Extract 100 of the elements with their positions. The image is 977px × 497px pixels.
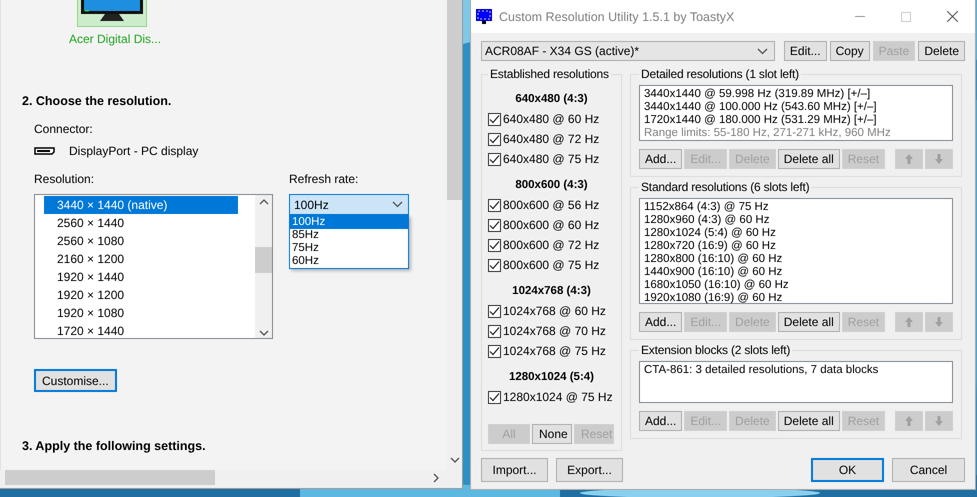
list-button[interactable]: Add... <box>639 411 682 431</box>
resolution-checkbox[interactable]: 800x600 @ 60 Hz <box>488 215 600 235</box>
scrollbar-thumb[interactable] <box>5 470 215 485</box>
checkbox[interactable] <box>488 324 501 338</box>
established-button[interactable]: None <box>532 424 572 444</box>
resolution-entry[interactable]: 3440x1440 @ 59.998 Hz (319.89 MHz) [+/–] <box>644 88 948 101</box>
scrollbar-thumb[interactable] <box>447 0 462 200</box>
resolution-checkbox[interactable]: 1024x768 @ 70 Hz <box>488 321 606 341</box>
resolution-entry[interactable]: 1920x1080 (16:9) @ 60 Hz <box>644 292 948 305</box>
window-title: Custom Resolution Utility 1.5.1 by ToastyX <box>499 10 736 24</box>
profile-button[interactable]: Copy <box>830 41 870 61</box>
resolution-entry[interactable]: CTA-861: 3 detailed resolutions, 7 data blocks <box>644 364 948 377</box>
resolution-item[interactable]: 2560 × 1440 <box>44 214 238 232</box>
connector-label: Connector: <box>34 122 93 136</box>
resolution-item[interactable]: 2560 × 1080 <box>44 232 238 250</box>
checkbox[interactable] <box>488 218 501 232</box>
chevron-down-icon <box>756 48 768 54</box>
resolution-item[interactable]: 1920 × 1200 <box>44 286 238 304</box>
group-heading: 1024x768 (4:3) <box>512 285 591 297</box>
arrow-down-icon <box>934 415 944 427</box>
footer-button[interactable]: Cancel <box>892 458 965 482</box>
checkbox[interactable] <box>488 238 501 252</box>
resolution-entry[interactable]: 1280x800 (16:10) @ 60 Hz <box>644 253 948 266</box>
resolution-entry[interactable]: 1280x960 (4:3) @ 60 Hz <box>644 214 948 227</box>
resolution-label: Resolution: <box>34 172 96 186</box>
resolution-item[interactable]: 1920 × 1080 <box>44 304 238 322</box>
footer-button[interactable]: OK <box>811 458 884 482</box>
resolution-entry[interactable]: 1440x900 (16:10) @ 60 Hz <box>644 266 948 279</box>
resolution-item[interactable]: 3440 × 1440 (native) <box>44 196 238 214</box>
resolution-entry[interactable]: 1680x1050 (16:10) @ 60 Hz <box>644 279 948 292</box>
resolution-list[interactable]: 3440 × 1440 (native) 2560 × 1440 2560 × 1080 2160 × 1200 1920 × 1440 1920 × 1200 1920 × 1080 1720 × 1440 <box>34 194 273 339</box>
resolution-entry[interactable]: 1280x1024 (5:4) @ 60 Hz <box>644 227 948 240</box>
customise-button[interactable]: Customise... <box>34 369 117 392</box>
scroll-up-icon <box>258 199 268 205</box>
section-heading: 2. Choose the resolution. <box>22 94 172 108</box>
monitor-icon <box>79 0 145 24</box>
refresh-rate-option[interactable]: 75Hz <box>290 242 408 255</box>
arrow-up-icon <box>904 316 914 328</box>
resolution-list[interactable]: CTA-861: 3 detailed resolutions, 7 data blocks <box>639 361 953 403</box>
checkbox[interactable] <box>488 304 501 318</box>
refresh-rate-dropdown[interactable]: 100Hz <box>289 194 409 215</box>
group-heading: 800x600 (4:3) <box>515 179 588 191</box>
range-limits-text: Range limits: 55-180 Hz, 271-271 kHz, 960 MHz <box>644 127 892 140</box>
resolution-list[interactable]: 3440x1440 @ 59.998 Hz (319.89 MHz) [+/–] 3440x1440 @ 100.000 Hz (543.60 MHz) [+/–] 1720x1440 @ 180.000 Hz (531.29 MHz) [+/–] Range limits: 55-180 Hz, 271-271 kHz, 960 MHz <box>639 85 953 141</box>
chevron-down-icon <box>392 201 403 208</box>
minimize-icon <box>855 16 865 17</box>
footer-button[interactable]: Import... <box>481 458 548 482</box>
resolution-entry[interactable]: 1280x720 (16:9) @ 60 Hz <box>644 240 948 253</box>
resolution-checkbox[interactable]: 1024x768 @ 60 Hz <box>488 301 606 321</box>
resolution-entry[interactable]: 1152x864 (4:3) @ 75 Hz <box>644 201 948 214</box>
arrow-down-icon <box>934 153 944 165</box>
section-heading: 3. Apply the following settings. <box>22 439 206 453</box>
checkbox[interactable] <box>488 258 501 272</box>
resolution-item[interactable]: 1720 × 1440 <box>44 322 238 338</box>
resolution-entry[interactable]: 1720x1440 @ 180.000 Hz (531.29 MHz) [+/–] <box>644 114 948 127</box>
refresh-rate-option[interactable]: 85Hz <box>290 229 408 242</box>
scroll-down-icon <box>258 330 268 336</box>
refresh-rate-option[interactable]: 100Hz <box>290 216 408 229</box>
checkbox[interactable] <box>488 344 501 358</box>
arrow-down-icon <box>934 316 944 328</box>
monitor-icon <box>476 9 492 24</box>
checkbox[interactable] <box>488 112 501 126</box>
resolution-checkbox[interactable]: 1024x768 @ 75 Hz <box>488 341 606 361</box>
footer-button[interactable]: Export... <box>556 458 623 482</box>
list-button[interactable]: Delete all <box>778 411 840 431</box>
connector-value: DisplayPort - PC display <box>69 144 198 158</box>
monitor-tile[interactable] <box>77 0 147 27</box>
resolution-item[interactable]: 1920 × 1440 <box>44 268 238 286</box>
list-button[interactable]: Delete all <box>778 312 840 332</box>
refresh-rate-option[interactable]: 60Hz <box>290 255 408 268</box>
displayport-icon <box>34 147 55 155</box>
profile-button[interactable]: Delete <box>918 41 965 61</box>
list-button[interactable]: Add... <box>639 312 682 332</box>
scroll-right-icon <box>433 472 439 482</box>
resolution-list[interactable]: 1152x864 (4:3) @ 75 Hz 1280x960 (4:3) @ 60 Hz 1280x1024 (5:4) @ 60 Hz 1280x720 (16:9) @ 60 Hz 1280x800 (16:10) @ 60 Hz 1440x900 (16:10) @ 60 Hz 1680x1050 (16:10) @ 60 Hz 1920x1080 (16:9) @ 60 Hz <box>639 198 953 304</box>
resolution-checkbox[interactable]: 800x600 @ 75 Hz <box>488 255 600 275</box>
checkbox[interactable] <box>488 132 501 146</box>
resolution-checkbox[interactable]: 640x480 @ 72 Hz <box>488 129 600 149</box>
group-title: Extension blocks (2 slots left) <box>640 343 792 357</box>
group-title: Detailed resolutions (1 slot left) <box>640 67 800 81</box>
resolution-checkbox[interactable]: 640x480 @ 75 Hz <box>488 149 600 169</box>
scrollbar-thumb[interactable] <box>255 247 272 273</box>
resolution-item[interactable]: 2160 × 1200 <box>44 250 238 268</box>
resolution-checkbox[interactable]: 1280x1024 @ 75 Hz <box>488 387 613 407</box>
checkbox[interactable] <box>488 390 501 404</box>
refresh-rate-label: Refresh rate: <box>289 172 360 186</box>
profile-button[interactable]: Edit... <box>784 41 827 61</box>
resolution-checkbox[interactable]: 640x480 @ 60 Hz <box>488 109 600 129</box>
monitor-label: Acer Digital Dis... <box>69 32 162 46</box>
resolution-checkbox[interactable]: 800x600 @ 72 Hz <box>488 235 600 255</box>
checkbox[interactable] <box>488 152 501 166</box>
close-icon <box>946 11 958 22</box>
arrow-up-icon <box>904 415 914 427</box>
checkbox[interactable] <box>488 198 501 212</box>
profile-dropdown[interactable]: ACR08AF - X34 GS (active)* <box>481 41 775 61</box>
list-button[interactable]: Delete all <box>778 149 840 169</box>
list-button[interactable]: Add... <box>639 149 682 169</box>
group-title: Standard resolutions (6 slots left) <box>640 180 810 194</box>
resolution-checkbox[interactable]: 800x600 @ 56 Hz <box>488 195 600 215</box>
resolution-entry[interactable]: 3440x1440 @ 100.000 Hz (543.60 MHz) [+/–] <box>644 101 948 114</box>
